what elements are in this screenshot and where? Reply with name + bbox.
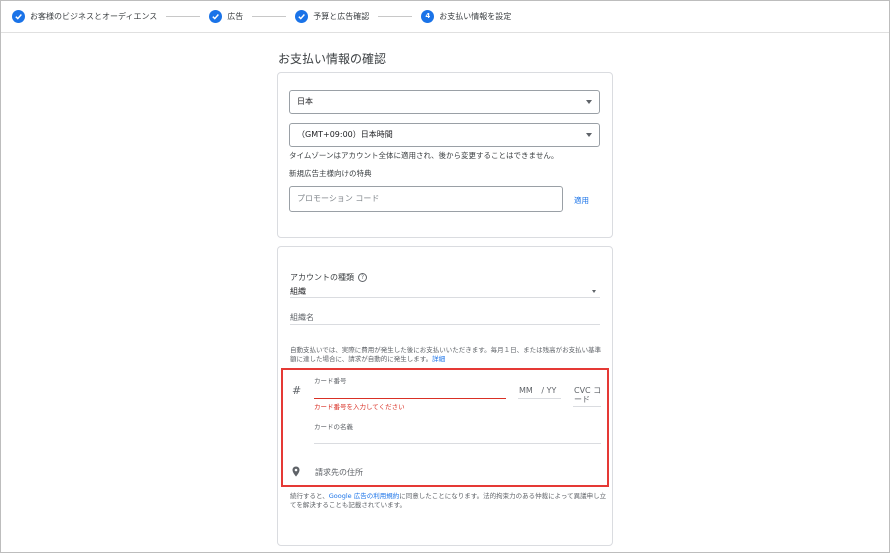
page-title: お支払い情報の確認 — [278, 52, 387, 66]
check-icon — [12, 10, 25, 23]
step-connector — [166, 16, 201, 17]
step-budget-review[interactable]: 予算と広告確認 — [295, 10, 369, 23]
account-type-value[interactable]: 組織 — [290, 286, 306, 297]
timezone-note: タイムゾーンはアカウント全体に適用され、後から変更することはできません。 — [289, 151, 559, 160]
account-type-heading: アカウントの種類? — [290, 272, 367, 283]
org-name-underline — [290, 324, 600, 325]
step-connector — [378, 16, 413, 17]
step-number: 4 — [425, 12, 431, 20]
dropdown-arrow-icon — [586, 100, 592, 104]
auto-pay-description: 自動支払いでは、実際に費用が発生した後にお支払いいただきます。毎月１日、または残… — [290, 346, 602, 364]
auto-pay-text: 自動支払いでは、実際に費用が発生した後にお支払いいただきます。毎月１日、または残… — [290, 346, 602, 363]
org-name-field[interactable]: 組織名 — [290, 312, 314, 323]
account-type-underline — [290, 297, 600, 298]
help-icon[interactable]: ? — [358, 273, 367, 282]
step-label: 広告 — [227, 12, 244, 21]
step-connector — [252, 16, 287, 17]
promo-code-input[interactable]: プロモーション コード — [289, 186, 563, 212]
step-label: 予算と広告確認 — [313, 12, 370, 21]
terms-prefix: 続行すると、 — [290, 492, 329, 500]
step-number-badge: 4 — [421, 10, 435, 23]
terms-notice: 続行すると、Google 広告の利用規約に同意したことになります。法的拘束力のあ… — [290, 492, 610, 510]
promo-code-placeholder: プロモーション コード — [297, 194, 380, 203]
step-business-audience[interactable]: お客様のビジネスとオーディエンス — [12, 10, 157, 23]
progress-stepper: お客様のビジネスとオーディエンス 広告 予算と広告確認 4 お支払い情報を設定 — [1, 1, 889, 33]
check-icon — [295, 10, 309, 23]
apply-promo-button[interactable]: 適用 — [574, 195, 589, 206]
country-select[interactable]: 日本 — [289, 90, 600, 114]
step-label: お支払い情報を設定 — [439, 12, 512, 21]
highlight-box — [281, 368, 609, 487]
app-frame: お客様のビジネスとオーディエンス 広告 予算と広告確認 4 お支払い情報を設定 … — [0, 0, 890, 553]
step-payment[interactable]: 4 お支払い情報を設定 — [421, 10, 511, 23]
step-label: お客様のビジネスとオーディエンス — [30, 12, 158, 21]
timezone-select[interactable]: （GMT+09:00）日本時間 — [289, 123, 600, 147]
auto-pay-details-link[interactable]: 詳細 — [432, 355, 445, 363]
dropdown-arrow-icon — [586, 133, 592, 137]
country-value: 日本 — [297, 97, 313, 106]
timezone-value: （GMT+09:00）日本時間 — [297, 130, 393, 139]
promo-heading: 新規広告主様向けの特典 — [289, 169, 372, 178]
account-type-label: アカウントの種類 — [290, 273, 354, 282]
check-icon — [209, 10, 223, 23]
step-ads[interactable]: 広告 — [209, 10, 243, 23]
dropdown-arrow-icon[interactable] — [592, 290, 596, 293]
terms-link[interactable]: Google 広告の利用規約 — [329, 492, 400, 500]
